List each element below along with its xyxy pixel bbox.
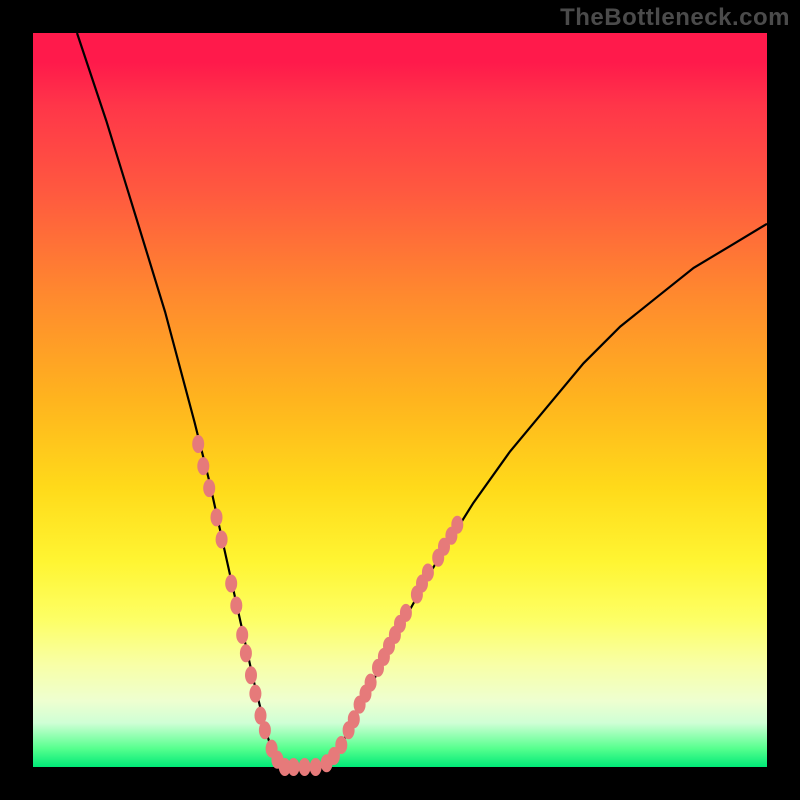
- curve-marker: [310, 758, 322, 776]
- chart-frame: TheBottleneck.com: [0, 0, 800, 800]
- curve-marker: [216, 531, 228, 549]
- curve-marker: [259, 721, 271, 739]
- curve-marker: [365, 674, 377, 692]
- curve-marker: [335, 736, 347, 754]
- curve-markers: [192, 435, 463, 776]
- curve-marker: [230, 597, 242, 615]
- plot-area: [33, 33, 767, 767]
- curve-svg: [33, 33, 767, 767]
- curve-marker: [422, 564, 434, 582]
- curve-marker: [203, 479, 215, 497]
- watermark-text: TheBottleneck.com: [560, 4, 790, 32]
- curve-marker: [249, 685, 261, 703]
- curve-marker: [245, 666, 257, 684]
- curve-marker: [400, 604, 412, 622]
- curve-marker: [225, 575, 237, 593]
- curve-marker: [240, 644, 252, 662]
- curve-marker: [192, 435, 204, 453]
- curve-marker: [236, 626, 248, 644]
- curve-marker: [299, 758, 311, 776]
- curve-marker: [288, 758, 300, 776]
- curve-marker: [211, 508, 223, 526]
- bottleneck-curve: [77, 33, 767, 767]
- curve-marker: [451, 516, 463, 534]
- curve-marker: [197, 457, 209, 475]
